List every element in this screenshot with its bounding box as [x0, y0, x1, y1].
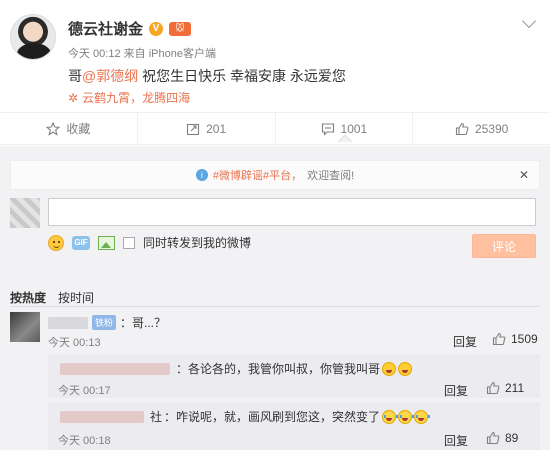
reply-button[interactable]: 回复 — [444, 432, 468, 449]
comment-text: ：哥...？ — [120, 316, 167, 330]
sub-reply: ：各论各的，我管你叫叔，你管我叫哥 今天 00:17 回复 211 — [48, 354, 540, 398]
post-text: 哥@郭德纲 祝您生日快乐 幸福安康 永远爱您 — [68, 66, 346, 86]
submit-comment-button[interactable]: 评论 — [472, 234, 536, 258]
comment-area: i #微博辟谣#平台， 欢迎查阅! ✕ GIF 同时转发到我的微博 评论 按热度… — [0, 146, 550, 450]
composer-tools: GIF 同时转发到我的微博 — [48, 234, 251, 251]
thumbs-up-icon — [486, 381, 500, 395]
repost-checkbox-label: 同时转发到我的微博 — [143, 236, 252, 250]
comment-like-button[interactable]: 1509 — [492, 332, 538, 346]
rumor-notice-bar: i #微博辟谣#平台， 欢迎查阅! ✕ — [10, 160, 540, 190]
comment-sort: 按热度 按时间 — [10, 289, 94, 306]
sub-reply-time: 今天 00:17 — [58, 385, 111, 397]
sub-reply: 社 ：咋说呢，就，画风刷到您这，突然变了 今天 00:18 回复 89 — [48, 402, 540, 450]
notice-text: 欢迎查阅! — [307, 170, 355, 182]
repost-button[interactable]: 201 — [138, 113, 276, 144]
emoji-icon[interactable] — [48, 234, 64, 251]
commenter-avatar[interactable] — [10, 312, 40, 342]
info-icon: i — [195, 169, 208, 181]
repost-checkbox[interactable] — [123, 236, 135, 249]
crying-laugh-emoji-icon — [398, 409, 415, 424]
commenter-name[interactable] — [48, 316, 88, 329]
sub-reply-text: ：咋说呢，就，画风刷到您这，突然变了 — [164, 410, 381, 424]
author-name[interactable]: 德云社谢金 — [68, 18, 143, 39]
chevron-down-icon[interactable] — [521, 13, 537, 29]
comment-time: 今天 00:13 — [48, 337, 101, 349]
reply-button[interactable]: 回复 — [453, 333, 477, 350]
comment-button[interactable]: 1001 — [276, 113, 414, 144]
thumbs-up-icon — [455, 122, 469, 135]
author-row: 德云社谢金 V 🐭 — [68, 18, 192, 39]
crying-laugh-emoji-icon — [414, 409, 431, 424]
like-button[interactable]: 25390 — [413, 113, 550, 144]
notice-link[interactable]: #微博辟谣#平台， — [213, 167, 302, 183]
repost-count: 201 — [206, 121, 227, 136]
post-time[interactable]: 今天 00:12 — [68, 48, 121, 60]
location-tag[interactable]: ✲ 云鹤九霄，龙腾四海 — [68, 89, 190, 106]
comment-like-count: 1509 — [511, 332, 538, 346]
source-prefix: 来自 — [123, 48, 146, 60]
post-text-prefix: 哥 — [68, 68, 82, 84]
repost-icon — [187, 123, 200, 135]
current-user-avatar — [10, 198, 40, 228]
divider — [10, 306, 540, 307]
active-tab-caret-icon — [337, 134, 352, 143]
sub-reply-like-count: 211 — [505, 381, 525, 395]
location-label: 云鹤九霄，龙腾四海 — [82, 91, 191, 105]
action-bar: 收藏 201 1001 25390 — [0, 112, 550, 145]
reply-button[interactable]: 回复 — [444, 382, 468, 399]
sub-reply-text: ：各论各的，我管你叫叔，你管我叫哥 — [176, 362, 381, 376]
author-avatar[interactable] — [10, 14, 56, 60]
replier-name[interactable] — [60, 410, 144, 423]
crying-laugh-emoji-icon — [382, 409, 399, 424]
laugh-emoji-icon — [382, 361, 397, 376]
sub-reply-time: 今天 00:18 — [58, 435, 111, 447]
post-text-body: 祝您生日快乐 幸福安康 永远爱您 — [138, 68, 346, 84]
comment-input[interactable] — [48, 198, 536, 226]
vip-badge-icon: 🐭 — [169, 21, 192, 36]
post-meta: 今天 00:12 来自 iPhone客户端 — [68, 45, 216, 61]
sub-reply-content: 社 ：咋说呢，就，画风刷到您这，突然变了 — [60, 408, 431, 425]
gif-icon[interactable]: GIF — [72, 235, 90, 250]
image-upload-icon[interactable] — [98, 235, 115, 250]
location-icon: ✲ — [68, 90, 79, 105]
comment-icon — [321, 122, 334, 136]
verified-badge-icon: V — [149, 21, 164, 36]
thumbs-up-icon — [492, 332, 506, 346]
favorite-label: 收藏 — [66, 122, 91, 136]
mention-link[interactable]: @郭德纲 — [82, 68, 138, 84]
like-count: 25390 — [474, 121, 509, 136]
close-icon[interactable]: ✕ — [519, 168, 529, 182]
weibo-post-card: 德云社谢金 V 🐭 今天 00:12 来自 iPhone客户端 哥@郭德纲 祝您… — [0, 0, 550, 450]
star-icon — [46, 121, 61, 136]
sub-reply-like-button[interactable]: 89 — [486, 431, 518, 445]
replier-name[interactable] — [60, 362, 170, 375]
sub-reply-like-count: 89 — [505, 431, 519, 445]
post-source[interactable]: iPhone客户端 — [149, 48, 216, 60]
thumbs-up-icon — [486, 431, 500, 445]
comment-content: 铁粉 ：哥...？ — [48, 314, 166, 331]
favorite-button[interactable]: 收藏 — [0, 113, 138, 144]
sort-by-time-tab[interactable]: 按时间 — [58, 289, 94, 306]
sub-reply-content: ：各论各的，我管你叫叔，你管我叫哥 — [60, 360, 413, 377]
sub-reply-like-button[interactable]: 211 — [486, 381, 524, 395]
fan-badge: 铁粉 — [92, 315, 117, 330]
replier-name-tail: 社 — [150, 410, 163, 424]
laugh-emoji-icon — [398, 361, 413, 376]
sort-by-heat-tab[interactable]: 按热度 — [10, 289, 46, 306]
